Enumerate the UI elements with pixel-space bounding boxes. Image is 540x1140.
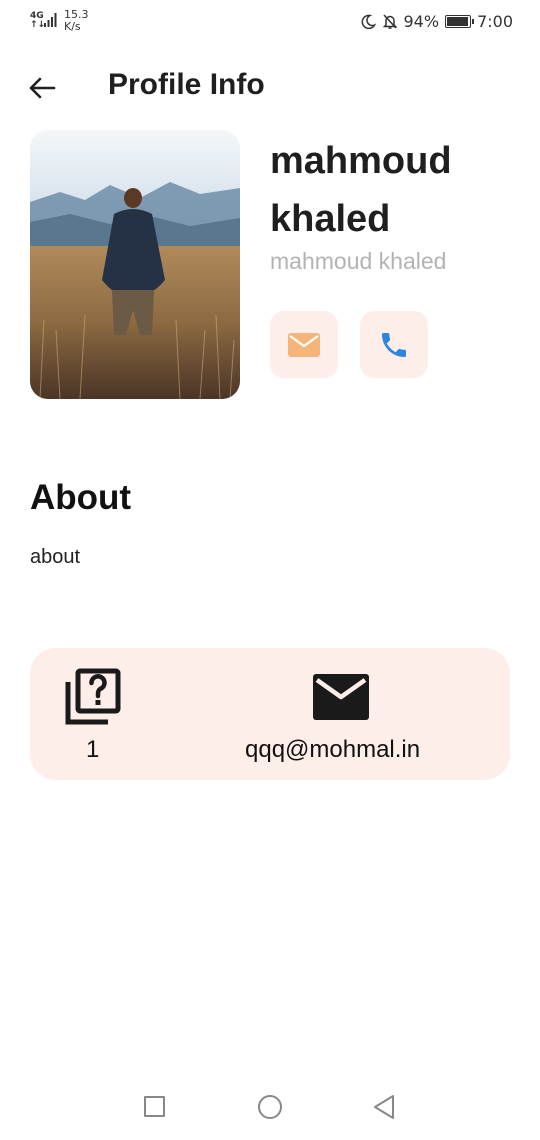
signal-icon	[44, 13, 57, 27]
email-button[interactable]	[270, 311, 338, 378]
network-indicator: 4G ↑↓	[30, 11, 46, 30]
network-speed: 15.3 K/s	[64, 8, 89, 33]
profile-username: mahmoud khaled	[270, 248, 447, 274]
arrow-left-icon	[29, 77, 56, 99]
mail-icon	[288, 332, 320, 357]
battery-percent: 94%	[403, 12, 440, 31]
recents-button[interactable]	[144, 1096, 165, 1117]
email-address[interactable]: qqq@mohmal.in	[245, 736, 420, 764]
info-card: 1 qqq@mohmal.in	[30, 648, 510, 780]
nav-back-triangle-icon[interactable]	[372, 1094, 396, 1120]
landscape-person-image	[30, 130, 240, 399]
phone-icon	[382, 332, 406, 357]
battery-icon	[445, 15, 475, 28]
page-title: Profile Info	[108, 68, 265, 101]
questions-count: 1	[86, 736, 100, 763]
back-button[interactable]	[26, 72, 58, 104]
question-library-icon	[65, 668, 121, 725]
envelope-icon	[313, 674, 369, 720]
bell-off-icon	[382, 14, 397, 29]
about-heading: About	[30, 478, 132, 517]
app-header: Profile Info	[0, 60, 540, 116]
status-bar: 4G ↑↓ 15.3 K/s 94% 7:00	[0, 0, 540, 46]
system-nav-bar	[0, 1084, 540, 1130]
profile-name: mahmoud khaled	[270, 140, 452, 240]
profile-screen: 4G ↑↓ 15.3 K/s 94% 7:00 Profile Info mah…	[0, 0, 540, 1140]
home-button[interactable]	[258, 1095, 282, 1119]
call-button[interactable]	[360, 311, 428, 378]
about-text: about	[30, 546, 81, 568]
status-right: 94% 7:00	[360, 12, 513, 31]
profile-name-block: mahmoud khaled mahmoud khaled	[270, 132, 520, 275]
profile-photo	[30, 130, 240, 399]
clock: 7:00	[477, 12, 513, 31]
moon-icon	[361, 14, 376, 29]
